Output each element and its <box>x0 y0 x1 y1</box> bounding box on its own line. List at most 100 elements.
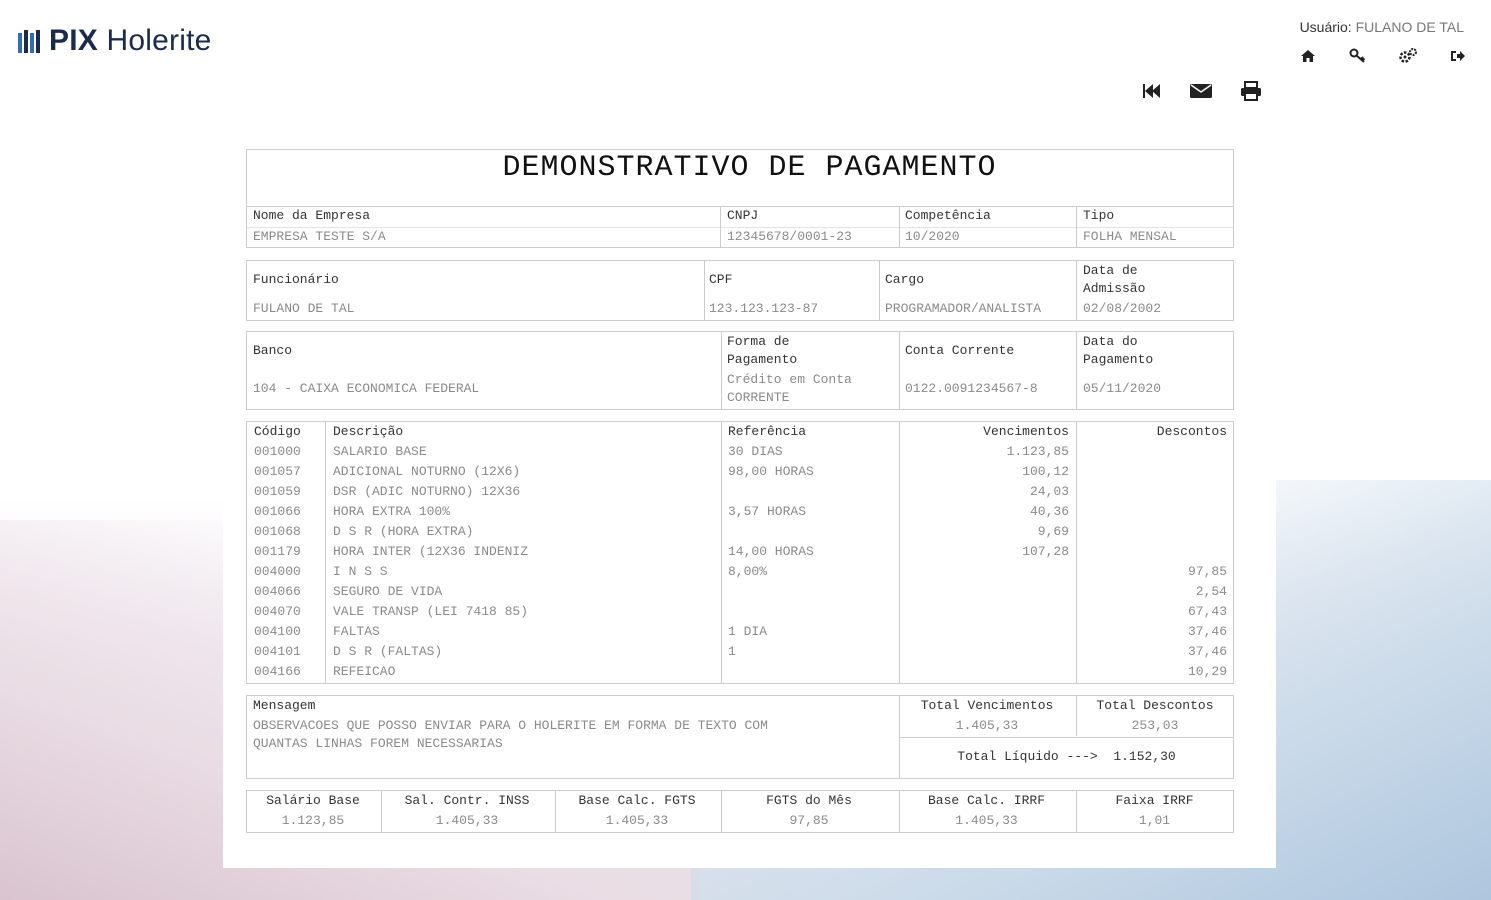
base-label: Salário Base <box>266 793 360 808</box>
cell-codigo: 001068 <box>254 524 301 539</box>
logo-text: PIX Holerite <box>49 24 212 58</box>
user-info: Usuário: FULANO DE TAL <box>1300 19 1464 35</box>
table-row: 004000 I N S S 8,00% 97,85 <box>247 564 1233 584</box>
empresa-value: EMPRESA TESTE S/A <box>253 229 386 244</box>
banco-label: Banco <box>253 343 293 358</box>
logo-mark-icon <box>18 30 40 53</box>
message-line-2: QUANTAS LINHAS FOREM NECESSARIAS <box>253 736 503 751</box>
cell-referencia: 1 DIA <box>728 624 768 639</box>
cell-vencimentos: 100,12 <box>1022 464 1069 479</box>
forma-value-1: Crédito em Conta <box>727 372 852 387</box>
forma-value-2: CORRENTE <box>727 390 790 405</box>
cell-referencia: 14,00 HORAS <box>728 544 814 559</box>
cpf-value: 123.123.123-87 <box>709 301 819 316</box>
user-label: Usuário: <box>1299 19 1352 35</box>
header-referencia: Referência <box>728 424 807 439</box>
cell-descontos: 10,29 <box>1187 664 1227 679</box>
base-label: Sal. Contr. INSS <box>404 793 530 808</box>
conta-label: Conta Corrente <box>905 343 1015 358</box>
print-icon[interactable] <box>1236 78 1266 104</box>
cell-codigo: 001066 <box>254 504 301 519</box>
empresa-label: Nome da Empresa <box>253 208 371 223</box>
cell-descricao: SALARIO BASE <box>333 444 427 459</box>
cell-codigo: 004100 <box>254 624 301 639</box>
funcionario-value: FULANO DE TAL <box>253 301 355 316</box>
cell-referencia: 3,57 HORAS <box>728 504 807 519</box>
document-actions <box>1136 78 1266 104</box>
mail-icon[interactable] <box>1186 78 1216 104</box>
cell-referencia: 30 DIAS <box>728 444 783 459</box>
message-label: Mensagem <box>253 698 316 713</box>
cell-codigo: 001179 <box>254 544 301 559</box>
cell-referencia: 8,00% <box>728 564 768 579</box>
key-icon[interactable] <box>1345 46 1371 66</box>
cell-codigo: 004166 <box>254 664 301 679</box>
base-value: 1.123,85 <box>281 813 345 828</box>
back-icon[interactable] <box>1136 78 1166 104</box>
settings-icon[interactable] <box>1395 46 1421 66</box>
table-row: 001059 DSR (ADIC NOTURNO) 12X36 24,03 <box>247 484 1233 504</box>
table-row: 001057 ADICIONAL NOTURNO (12X6) 98,00 HORA… <box>247 464 1233 484</box>
cell-vencimentos: 1.123,85 <box>1006 444 1069 459</box>
cell-descontos: 97,85 <box>1187 564 1227 579</box>
base-value: 97,85 <box>789 813 829 828</box>
total-vencimentos-label: Total Vencimentos <box>920 698 1054 713</box>
competencia-label: Competência <box>905 208 991 223</box>
cell-codigo: 004070 <box>254 604 301 619</box>
logout-icon[interactable] <box>1445 46 1471 66</box>
cnpj-label: CNPJ <box>727 208 759 223</box>
table-row: 001066 HORA EXTRA 100% 3,57 HORAS 40,36 <box>247 504 1233 524</box>
home-icon[interactable] <box>1295 46 1321 66</box>
header-descricao: Descrição <box>333 424 404 439</box>
cell-referencia: 1 <box>728 644 736 659</box>
cell-descricao: DSR (ADIC NOTURNO) 12X36 <box>333 484 521 499</box>
cell-descricao: FALTAS <box>333 624 380 639</box>
base-value: 1.405,33 <box>605 813 669 828</box>
funcionario-label: Funcionário <box>253 272 339 287</box>
top-nav-icons <box>1295 46 1471 66</box>
table-row: 004101 D S R (FALTAS) 1 37,46 <box>247 644 1233 664</box>
cell-vencimentos: 107,28 <box>1022 544 1069 559</box>
cell-vencimentos: 9,69 <box>1037 524 1069 539</box>
cell-codigo: 004066 <box>254 584 301 599</box>
base-label: Base Calc. FGTS <box>578 793 696 808</box>
cell-vencimentos: 24,03 <box>1029 484 1069 499</box>
table-row: 004166 REFEICAO 10,29 <box>247 664 1233 684</box>
cpf-label: CPF <box>709 272 733 287</box>
base-label: Faixa IRRF <box>1115 793 1194 808</box>
table-row: 001179 HORA INTER (12X36 INDENIZ 14,00 HOR… <box>247 544 1233 564</box>
cnpj-value: 12345678/0001-23 <box>727 229 852 244</box>
table-header: Código Descrição Referência Vencimentos … <box>247 424 1233 444</box>
tipo-value: FOLHA MENSAL <box>1083 229 1177 244</box>
total-liquido-label: Total Líquido ---> <box>957 749 1098 764</box>
forma-label-2: Pagamento <box>727 352 798 367</box>
total-descontos-value: 253,03 <box>1131 718 1179 733</box>
cell-codigo: 001059 <box>254 484 301 499</box>
tipo-label: Tipo <box>1083 208 1115 223</box>
conta-value: 0122.0091234567-8 <box>905 381 1038 396</box>
cell-descricao: HORA INTER (12X36 INDENIZ <box>333 544 529 559</box>
forma-label-1: Forma de <box>727 334 790 349</box>
cell-descricao: ADICIONAL NOTURNO (12X6) <box>333 464 521 479</box>
cell-referencia: 98,00 HORAS <box>728 464 814 479</box>
cell-descontos: 37,46 <box>1187 624 1227 639</box>
table-row: 004070 VALE TRANSP (LEI 7418 85) 67,43 <box>247 604 1233 624</box>
logo-text-bold: PIX <box>49 24 98 57</box>
admissao-label-1: Data de <box>1083 263 1138 278</box>
banco-value: 104 - CAIXA ECONOMICA FEDERAL <box>253 381 480 396</box>
admissao-value: 02/08/2002 <box>1083 301 1162 316</box>
cell-descricao: REFEICAO <box>333 664 396 679</box>
message-line-1: OBSERVACOES QUE POSSO ENVIAR PARA O HOLE… <box>253 718 768 733</box>
cargo-label: Cargo <box>885 272 925 287</box>
cell-descontos: 37,46 <box>1187 644 1227 659</box>
table-row: 004066 SEGURO DE VIDA 2,54 <box>247 584 1233 604</box>
document-title: DEMONSTRATIVO DE PAGAMENTO <box>502 151 997 185</box>
header-codigo: Código <box>254 424 301 439</box>
user-name: FULANO DE TAL <box>1355 19 1464 35</box>
admissao-label-2: Admissão <box>1083 281 1146 296</box>
total-liquido: Total Líquido ---> 1.152,30 <box>899 749 1234 764</box>
app-logo[interactable]: PIX Holerite <box>17 24 212 58</box>
cell-codigo: 001057 <box>254 464 301 479</box>
cell-descricao: D S R (HORA EXTRA) <box>333 524 474 539</box>
base-value: 1,01 <box>1138 813 1171 828</box>
